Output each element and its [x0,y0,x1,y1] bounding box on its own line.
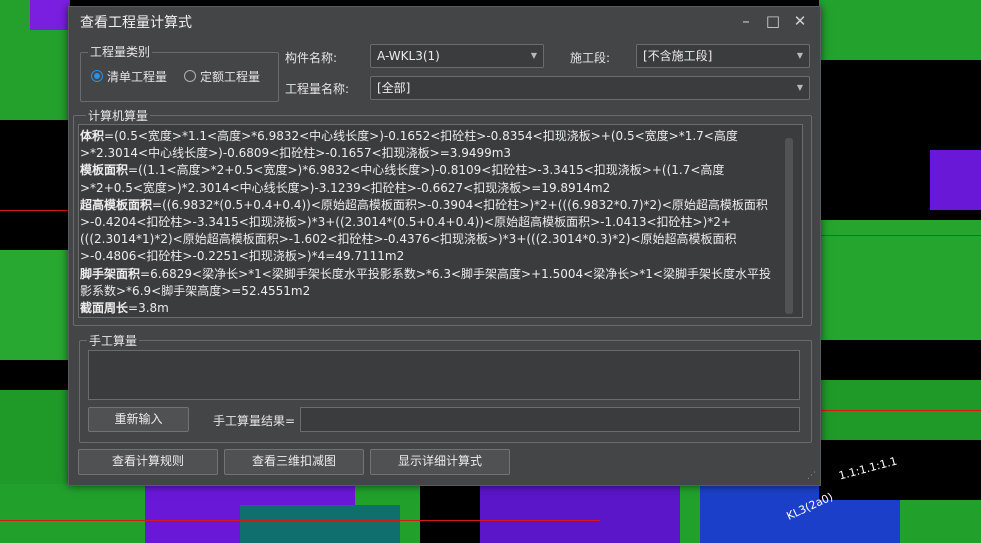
manual-result-field[interactable] [300,407,800,432]
close-icon[interactable]: ✕ [790,11,810,31]
calc-entry: 超高模板面积=((6.9832*(0.5+0.4+0.4))<原始超高模板面积>… [80,198,768,264]
bg-black-block [420,484,480,543]
chevron-down-icon: ▼ [796,83,803,92]
component-name-label: 构件名称: [285,51,338,65]
calc-entry-name: 体积 [80,129,105,143]
bg-purple-block [480,484,680,543]
grid-line [0,520,600,521]
manual-result-label: 手工算量结果= [213,414,296,428]
calc-entry-name: 模板面积 [80,163,129,178]
calc-scrollbar[interactable] [785,138,793,314]
bg-green-block [819,220,981,340]
quota-quantity-label[interactable]: 定额工程量 [200,68,260,85]
quantity-name-select[interactable]: [全部] ▼ [370,76,810,100]
computer-calc-content: 体积=(0.5<宽度>*1.1<高度>*6.9832<中心线长度>)-0.165… [80,128,776,317]
resize-grip-icon[interactable]: ⋰ [807,471,816,481]
section-select[interactable]: [不含施工段] ▼ [636,44,810,68]
section-value: [不含施工段] [643,49,713,63]
calc-entry-formula: =((1.1<高度>*2+0.5<宽度>)*6.9832<中心线长度>)-0.8… [80,163,725,195]
dialog-title: 查看工程量计算式 [80,15,192,31]
component-name-select[interactable]: A-WKL3(1) ▼ [370,44,544,68]
calc-entry: 体积=(0.5<宽度>*1.1<高度>*6.9832<中心线长度>)-0.165… [80,129,738,160]
component-name-value: A-WKL3(1) [377,49,440,63]
calc-entry: 模板面积=((1.1<高度>*2+0.5<宽度>)*6.9832<中心线长度>)… [80,163,724,194]
calc-entry-formula: =3.8m [128,301,169,316]
quantity-formula-dialog: 查看工程量计算式 – □ ✕ 工程量类别 清单工程量 定额工程量 构件名称: A… [68,6,821,486]
grid-line [819,410,981,411]
section-label: 施工段: [570,51,611,65]
calc-entry-formula: =(0.5<宽度>*1.1<高度>*6.9832<中心线长度>)-0.1652<… [80,129,738,161]
bg-purple-block [30,0,70,30]
bg-green-block [0,250,68,360]
bill-quantity-label[interactable]: 清单工程量 [107,68,167,85]
quantity-name-label: 工程量名称: [285,82,350,96]
chevron-down-icon: ▼ [796,51,803,60]
calc-entry-name: 脚手架面积 [80,266,141,281]
calc-entry: 脚手架面积=6.6829<梁净长>*1<梁脚手架长度水平投影系数>*6.3<脚手… [80,267,771,298]
bg-purple-block [930,150,981,210]
quota-quantity-radio[interactable] [184,70,196,82]
show-detail-formula-button[interactable]: 显示详细计算式 [370,449,510,475]
maximize-icon[interactable]: □ [763,11,783,31]
calc-entry-formula: =6.6829<梁净长>*1<梁脚手架长度水平投影系数>*6.3<脚手架高度>+… [80,266,771,298]
bg-teal-block [240,505,400,543]
grid-line [819,235,981,236]
reinput-button[interactable]: 重新输入 [88,407,189,432]
grid-line [0,210,68,211]
calc-entry-name: 截面周长 [80,301,129,316]
minimize-icon[interactable]: – [736,11,756,31]
calc-entry: 截面周长=3.8m [80,301,169,315]
manual-calc-input[interactable] [88,350,800,400]
calc-entry-name: 超高模板面积 [80,197,153,212]
view-3d-deduction-button[interactable]: 查看三维扣减图 [224,449,364,475]
quantity-category-label: 工程量类别 [88,43,153,60]
chevron-down-icon: ▼ [530,51,537,60]
computer-calc-label: 计算机算量 [86,107,151,124]
view-calc-rules-button[interactable]: 查看计算规则 [78,449,218,475]
calc-entry-formula: =((6.9832*(0.5+0.4+0.4))<原始超高模板面积>-0.390… [80,197,768,264]
title-bar[interactable]: 查看工程量计算式 – □ ✕ [69,7,820,35]
manual-calc-label: 手工算量 [87,332,140,349]
quantity-name-value: [全部] [377,81,411,95]
bg-green-block [819,0,981,60]
bill-quantity-radio[interactable] [91,70,103,82]
